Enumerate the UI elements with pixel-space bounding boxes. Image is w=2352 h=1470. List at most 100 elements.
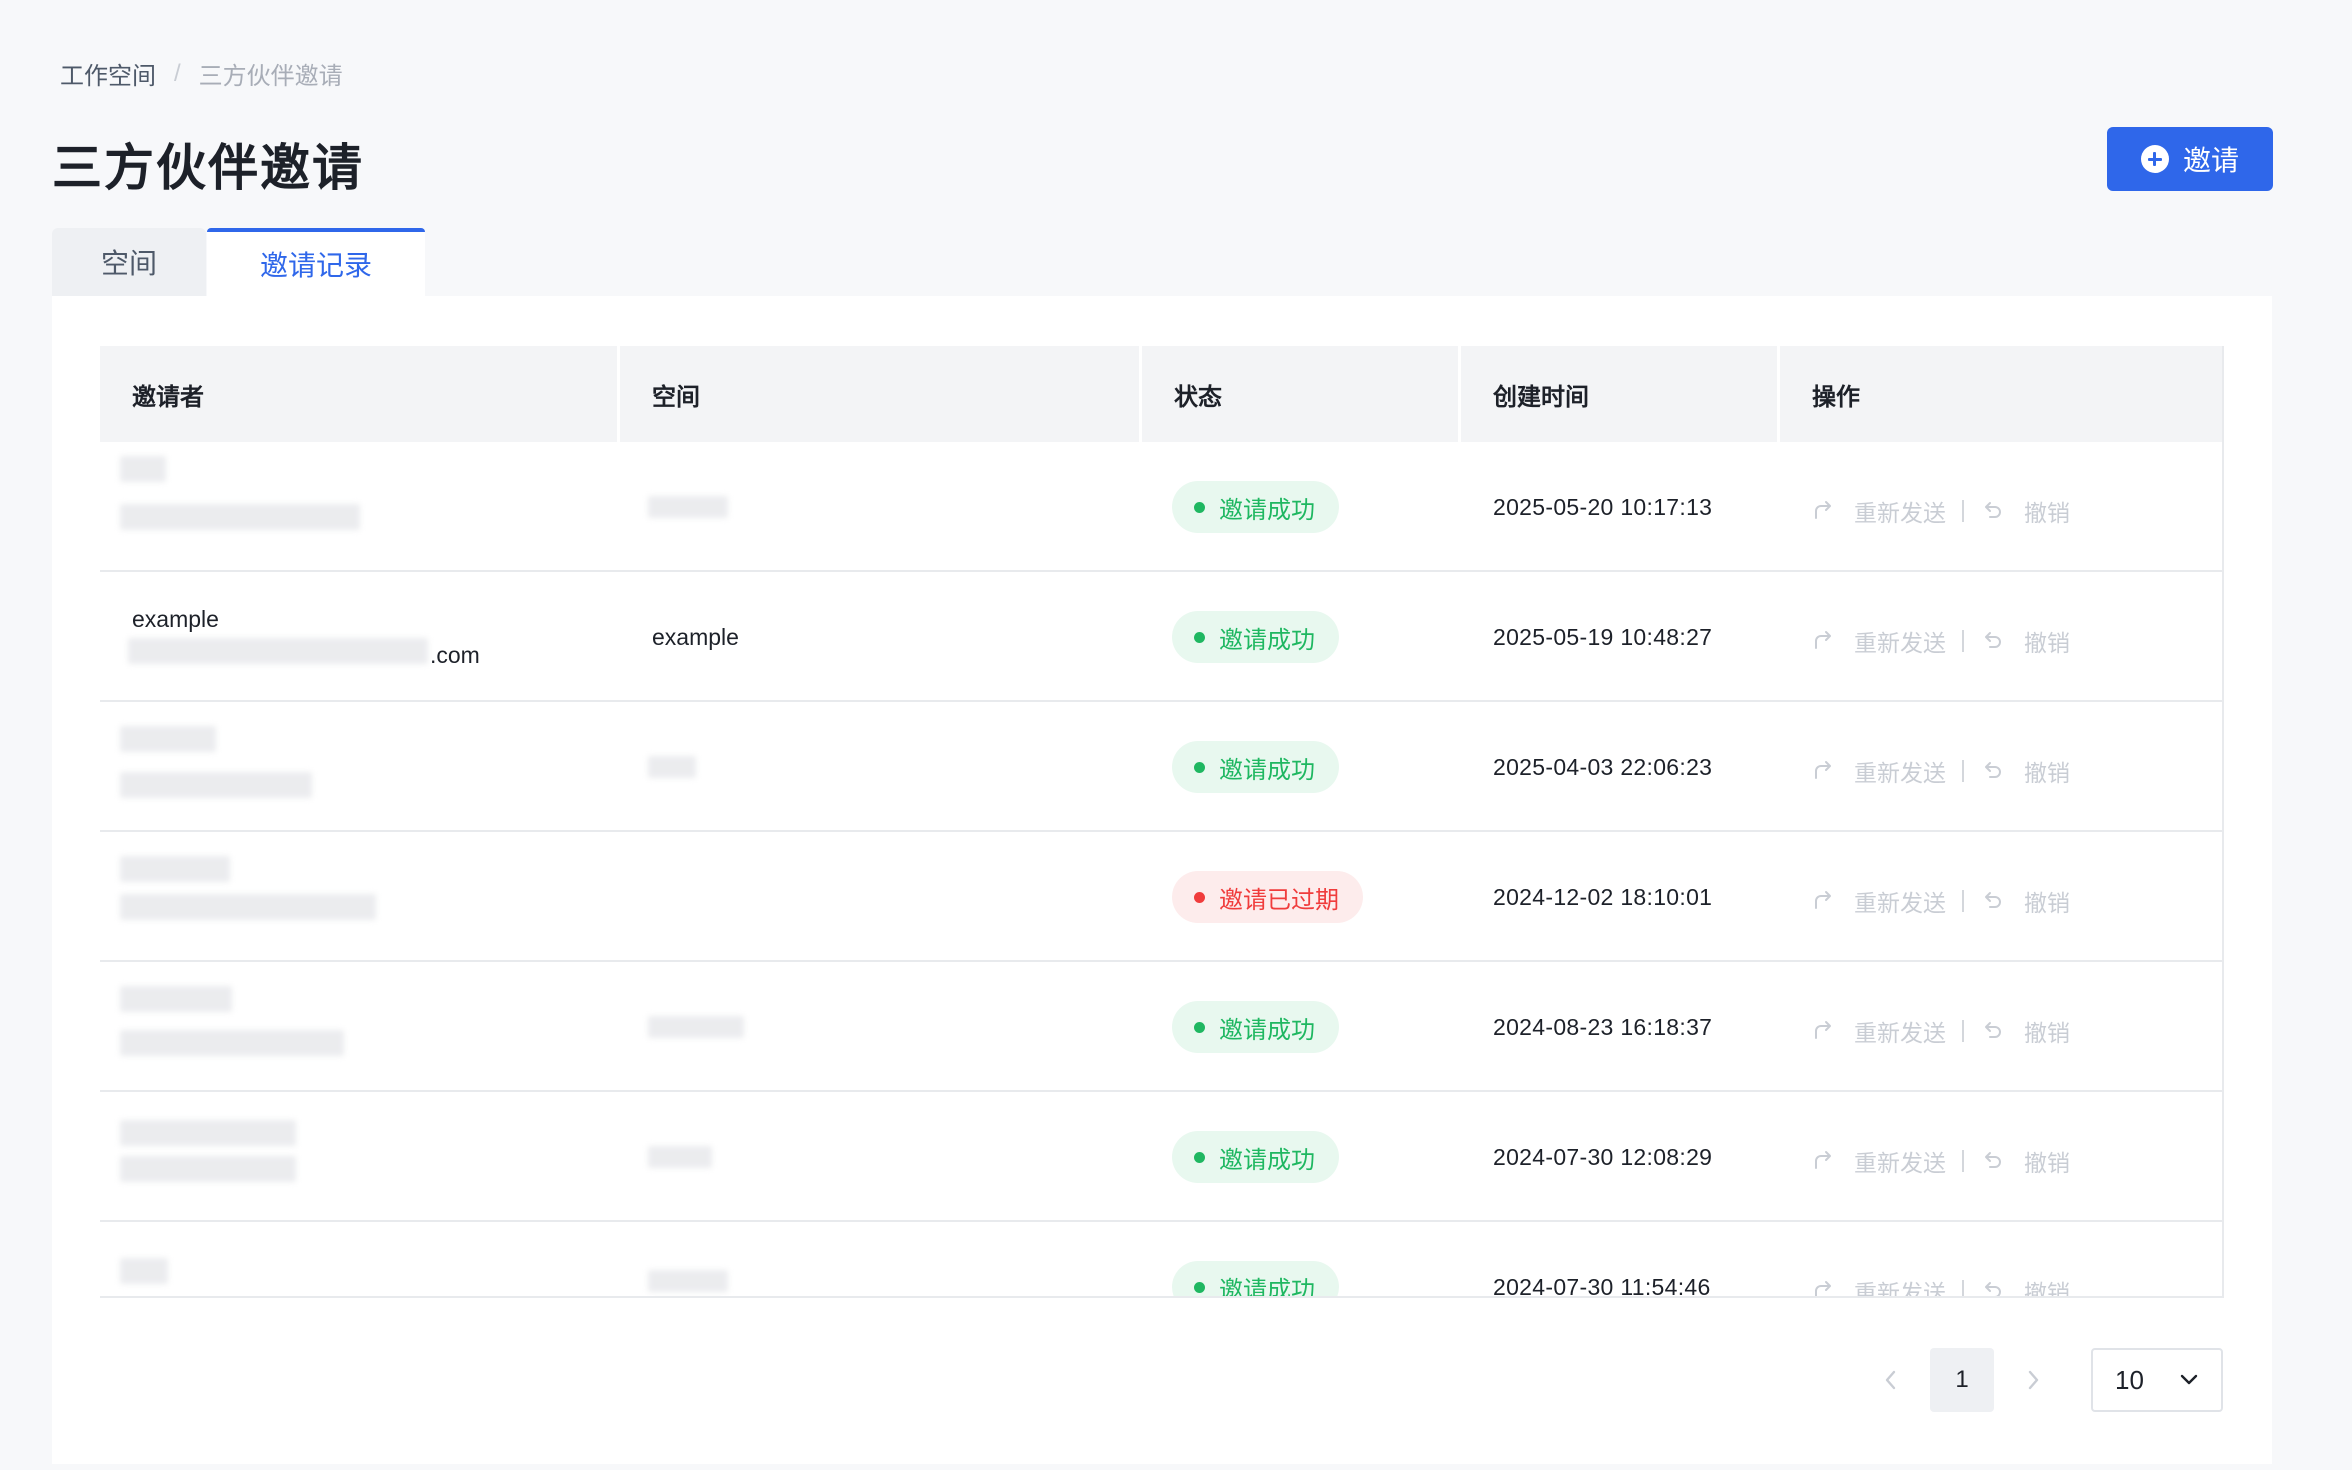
- status-dot-icon: [1194, 1281, 1205, 1293]
- revoke-icon: [1985, 502, 2001, 518]
- cell-space: [620, 702, 1142, 830]
- cell-space: example: [620, 572, 1142, 700]
- status-badge: 邀请已过期: [1172, 871, 1363, 923]
- redacted-inviter-name: [120, 856, 230, 882]
- cell-created-time: 2024-07-30 12:08:29: [1461, 1092, 1780, 1220]
- inviter-email-domain: .com: [430, 642, 480, 668]
- revoke-label: 撤销: [2024, 890, 2070, 916]
- status-label: 邀请已过期: [1219, 886, 1339, 914]
- cell-created-time: 2025-04-03 22:06:23: [1461, 702, 1780, 830]
- revoke-button[interactable]: 撤销: [1982, 754, 2070, 788]
- resend-label: 重新发送: [1854, 1020, 1946, 1046]
- revoke-icon: [1985, 1282, 2001, 1296]
- redacted-inviter-name: [120, 986, 232, 1012]
- status-label: 邀请成功: [1219, 496, 1315, 524]
- row-actions: 重新发送 撤销: [1812, 884, 2070, 918]
- table-row: 邀请成功 2024-07-30 12:08:29 重新发送 撤销: [100, 1092, 2222, 1222]
- status-label: 邀请成功: [1219, 1016, 1315, 1044]
- resend-button[interactable]: 重新发送: [1812, 1014, 1946, 1048]
- revoke-icon: [1985, 1022, 2001, 1038]
- status-label: 邀请成功: [1219, 1146, 1315, 1174]
- table-row: 邀请成功 2025-05-20 10:17:13 重新发送 撤销: [100, 442, 2222, 572]
- invite-button-label: 邀请: [2182, 145, 2239, 176]
- revoke-button[interactable]: 撤销: [1982, 494, 2070, 528]
- created-time: 2025-05-20 10:17:13: [1493, 494, 1713, 520]
- resend-button[interactable]: 重新发送: [1812, 624, 1946, 658]
- header-created-time: 创建时间: [1461, 346, 1780, 442]
- row-actions: 重新发送 撤销: [1812, 754, 2070, 788]
- revoke-icon: [1985, 1152, 2001, 1168]
- redacted-inviter-email: [128, 638, 428, 664]
- revoke-icon: [1985, 762, 2001, 778]
- resend-label: 重新发送: [1854, 890, 1946, 916]
- resend-label: 重新发送: [1854, 1150, 1946, 1176]
- cell-status: 邀请成功: [1142, 702, 1461, 830]
- revoke-button[interactable]: 撤销: [1982, 1014, 2070, 1048]
- table-header: 邀请者 空间 状态 创建时间 操作: [100, 346, 2222, 442]
- next-page-button[interactable]: [2002, 1348, 2066, 1412]
- cell-actions: 重新发送 撤销: [1780, 832, 2222, 960]
- cell-inviter: [100, 832, 620, 960]
- cell-inviter: [100, 1222, 620, 1296]
- resend-button[interactable]: 重新发送: [1812, 754, 1946, 788]
- cell-created-time: 2024-07-30 11:54:46: [1461, 1222, 1780, 1296]
- redacted-inviter-email: [120, 772, 312, 798]
- row-actions: 重新发送 撤销: [1812, 1014, 2070, 1048]
- resend-label: 重新发送: [1854, 500, 1946, 526]
- cell-created-time: 2024-08-23 16:18:37: [1461, 962, 1780, 1090]
- inviter-name: example: [132, 606, 219, 632]
- created-time: 2024-08-23 16:18:37: [1493, 1014, 1713, 1040]
- page-number[interactable]: 1: [1930, 1348, 1994, 1412]
- tab-space[interactable]: 空间: [52, 228, 206, 296]
- row-actions: 重新发送 撤销: [1812, 1274, 2070, 1298]
- status-badge: 邀请成功: [1172, 741, 1339, 793]
- chevron-down-icon: [2180, 1374, 2198, 1385]
- cell-status: 邀请成功: [1142, 1222, 1461, 1298]
- redacted-inviter-email: [120, 894, 376, 920]
- header-status: 状态: [1142, 346, 1461, 442]
- resend-button[interactable]: 重新发送: [1812, 1274, 1946, 1296]
- resend-icon: [1815, 631, 1831, 649]
- cell-created-time: 2024-12-02 18:10:01: [1461, 832, 1780, 960]
- table-row: 邀请成功 2024-08-23 16:18:37 重新发送 撤销: [100, 962, 2222, 1092]
- page-size-select[interactable]: 10: [2091, 1348, 2223, 1412]
- header-space: 空间: [620, 346, 1142, 442]
- redacted-space-name: [648, 756, 696, 778]
- cell-space: [620, 442, 1142, 570]
- chevron-right-icon: [2028, 1370, 2039, 1390]
- invite-button[interactable]: 邀请: [2107, 127, 2273, 191]
- resend-button[interactable]: 重新发送: [1812, 1144, 1946, 1178]
- revoke-button[interactable]: 撤销: [1982, 1144, 2070, 1178]
- redacted-space-name: [648, 496, 728, 518]
- created-time: 2024-12-02 18:10:01: [1493, 884, 1713, 910]
- cell-status: 邀请成功: [1142, 1092, 1461, 1220]
- chevron-left-icon: [1885, 1370, 1896, 1390]
- status-badge: 邀请成功: [1172, 1261, 1339, 1298]
- created-time: 2025-05-19 10:48:27: [1493, 624, 1713, 650]
- resend-icon: [1815, 1151, 1831, 1169]
- prev-page-button[interactable]: [1858, 1348, 1922, 1412]
- revoke-button[interactable]: 撤销: [1982, 624, 2070, 658]
- tab-invite-records[interactable]: 邀请记录: [207, 228, 425, 296]
- header-actions: 操作: [1812, 383, 1860, 411]
- cell-actions: 重新发送 撤销: [1780, 572, 2222, 700]
- revoke-label: 撤销: [2024, 760, 2070, 786]
- action-divider: [1962, 1150, 1964, 1172]
- status-label: 邀请成功: [1219, 1276, 1315, 1298]
- cell-actions: 重新发送 撤销: [1780, 962, 2222, 1090]
- revoke-button[interactable]: 撤销: [1982, 884, 2070, 918]
- created-time: 2024-07-30 12:08:29: [1493, 1144, 1713, 1170]
- status-label: 邀请成功: [1219, 626, 1315, 654]
- resend-icon: [1815, 761, 1831, 779]
- resend-button[interactable]: 重新发送: [1812, 494, 1946, 528]
- resend-button[interactable]: 重新发送: [1812, 884, 1946, 918]
- cell-actions: 重新发送 撤销: [1780, 1092, 2222, 1220]
- resend-icon: [1815, 1281, 1831, 1296]
- action-divider: [1962, 890, 1964, 912]
- status-label: 邀请成功: [1219, 756, 1315, 784]
- action-divider: [1962, 1280, 1964, 1296]
- plus-circle-icon: [2140, 145, 2169, 173]
- breadcrumb-workspace[interactable]: 工作空间: [60, 56, 156, 91]
- revoke-button[interactable]: 撤销: [1982, 1274, 2070, 1298]
- revoke-label: 撤销: [2024, 1280, 2070, 1298]
